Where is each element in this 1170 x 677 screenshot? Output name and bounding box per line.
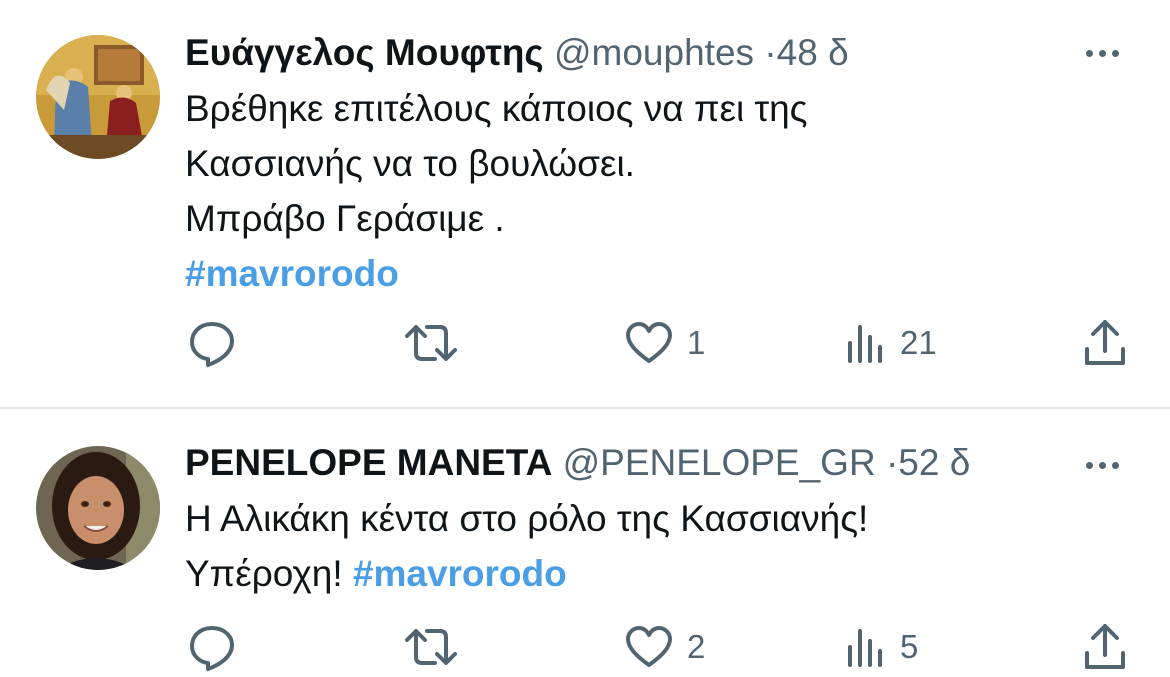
tweet-text-line: Κασσιανής να το βουλώσει. xyxy=(185,143,635,184)
retweet-icon xyxy=(405,629,457,665)
views-icon xyxy=(848,629,882,667)
share-icon xyxy=(1085,624,1125,669)
view-count: 5 xyxy=(900,628,919,665)
tweet-header: PENELOPE MANETA @PENELOPE_GR ·52 δ xyxy=(185,441,970,485)
reply-button[interactable] xyxy=(188,617,236,677)
reply-button[interactable] xyxy=(188,313,236,373)
tweet-text-line: Υπέροχη! #mavrorodo xyxy=(185,546,868,601)
like-icon xyxy=(626,626,672,667)
more-icon[interactable] xyxy=(1086,45,1130,61)
share-button[interactable] xyxy=(1083,313,1127,373)
retweet-button[interactable] xyxy=(405,617,457,677)
like-button[interactable]: 2 xyxy=(625,617,705,677)
more-icon[interactable] xyxy=(1086,457,1130,473)
views-button[interactable]: 5 xyxy=(846,617,918,677)
tweet-text-line: Βρέθηκε επιτέλους κάποιος να πει της xyxy=(185,88,808,129)
annunciation-icon-painting xyxy=(36,35,160,159)
separator: · xyxy=(764,32,777,73)
author-handle[interactable]: @PENELOPE_GR xyxy=(563,442,876,483)
tweet-divider xyxy=(0,407,1170,409)
timestamp[interactable]: 48 δ xyxy=(777,32,849,73)
tweet-text-line: Η Αλικάκη κέντα στο ρόλο της Κασσιανής! xyxy=(185,498,869,539)
avatar[interactable] xyxy=(36,446,160,570)
action-bar: 2 5 xyxy=(0,617,1170,677)
tweet[interactable]: Ευάγγελος Μουφτης @mouphtes ·48 δ Βρέθηκ… xyxy=(0,0,1170,408)
tweet-text-line: Μπράβο Γεράσιμε . xyxy=(185,198,505,239)
tweet-text-prefix: Υπέροχη! xyxy=(185,553,353,594)
author-name[interactable]: Ευάγγελος Μουφτης xyxy=(185,32,544,73)
avatar[interactable] xyxy=(36,35,160,159)
tweet-text: Η Αλικάκη κέντα στο ρόλο της Κασσιανής! … xyxy=(185,491,868,601)
hashtag-link[interactable]: #mavrorodo xyxy=(185,246,808,301)
like-count: 2 xyxy=(687,628,706,665)
retweet-icon xyxy=(405,325,457,361)
author-handle[interactable]: @mouphtes xyxy=(554,32,754,73)
profile-photo-woman xyxy=(36,446,160,570)
view-count: 21 xyxy=(900,324,937,361)
retweet-button[interactable] xyxy=(405,313,457,373)
like-count: 1 xyxy=(687,324,706,361)
tweet-header: Ευάγγελος Μουφτης @mouphtes ·48 δ xyxy=(185,31,849,75)
reply-icon xyxy=(190,626,234,671)
reply-icon xyxy=(190,322,234,367)
share-icon xyxy=(1085,320,1125,365)
action-bar: 1 21 xyxy=(0,313,1170,373)
views-icon xyxy=(848,325,882,363)
separator: · xyxy=(885,442,899,483)
views-button[interactable]: 21 xyxy=(846,313,937,373)
author-name[interactable]: PENELOPE MANETA xyxy=(185,442,552,483)
like-icon xyxy=(626,322,672,363)
like-button[interactable]: 1 xyxy=(625,313,705,373)
tweet-text: Βρέθηκε επιτέλους κάποιος να πει της Κασ… xyxy=(185,81,808,301)
share-button[interactable] xyxy=(1083,617,1127,677)
hashtag-link[interactable]: #mavrorodo xyxy=(353,553,567,594)
timestamp[interactable]: 52 δ xyxy=(898,442,970,483)
tweet[interactable]: PENELOPE MANETA @PENELOPE_GR ·52 δ Η Αλι… xyxy=(0,410,1170,672)
